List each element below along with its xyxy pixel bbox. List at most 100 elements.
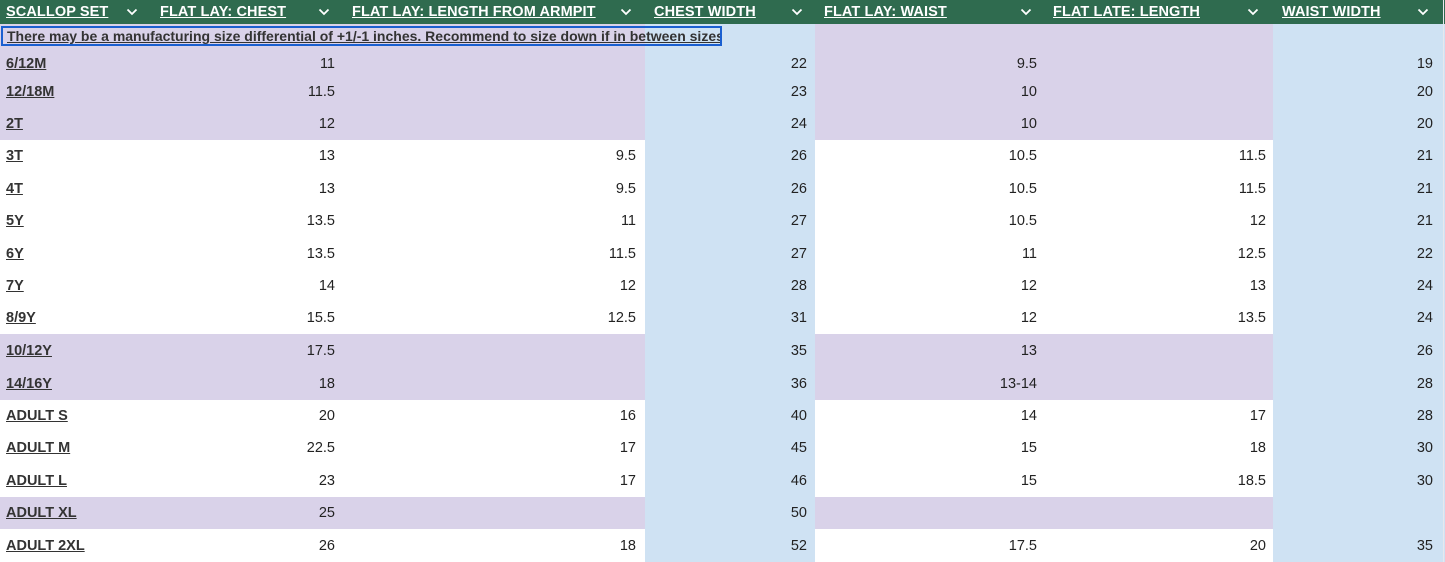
- flat-lay-waist-cell[interactable]: 10.5: [815, 172, 1037, 205]
- flat-lay-chest-cell[interactable]: 20: [150, 400, 335, 432]
- header-flat-late-length[interactable]: FLAT LATE: LENGTH: [1047, 0, 1271, 24]
- flat-lay-chest-cell[interactable]: 17.5: [150, 334, 335, 367]
- chest-width-cell[interactable]: 35: [645, 334, 807, 367]
- length-from-armpit-cell[interactable]: [344, 77, 636, 107]
- flat-lay-chest-cell[interactable]: 15.5: [150, 302, 335, 334]
- size-label-cell[interactable]: ADULT S: [0, 400, 156, 432]
- flat-lay-waist-cell[interactable]: 12: [815, 270, 1037, 302]
- waist-width-cell[interactable]: 35: [1273, 529, 1433, 562]
- chest-width-cell[interactable]: 27: [645, 205, 807, 237]
- flat-late-length-cell[interactable]: 13: [1046, 270, 1266, 302]
- flat-lay-chest-cell[interactable]: 11.5: [150, 77, 335, 107]
- size-label-cell[interactable]: 8/9Y: [0, 302, 156, 334]
- flat-late-length-cell[interactable]: [1046, 50, 1266, 77]
- waist-width-cell[interactable]: 19: [1273, 50, 1433, 77]
- flat-late-length-cell[interactable]: [1046, 334, 1266, 367]
- flat-late-length-cell[interactable]: 12: [1046, 205, 1266, 237]
- chest-width-cell[interactable]: 50: [645, 497, 807, 529]
- length-from-armpit-cell[interactable]: 11.5: [344, 237, 636, 270]
- size-label-cell[interactable]: 7Y: [0, 270, 156, 302]
- size-label-cell[interactable]: 6Y: [0, 237, 156, 270]
- flat-lay-chest-cell[interactable]: 18: [150, 367, 335, 400]
- size-label-cell[interactable]: 10/12Y: [0, 334, 156, 367]
- length-from-armpit-cell[interactable]: 11: [344, 205, 636, 237]
- flat-lay-waist-cell[interactable]: 11: [815, 237, 1037, 270]
- flat-lay-waist-cell[interactable]: 12: [815, 302, 1037, 334]
- chevron-down-icon[interactable]: [1018, 0, 1034, 24]
- size-label-cell[interactable]: ADULT M: [0, 432, 156, 464]
- flat-late-length-cell[interactable]: 18.5: [1046, 464, 1266, 497]
- waist-width-cell[interactable]: 26: [1273, 334, 1433, 367]
- chevron-down-icon[interactable]: [316, 0, 332, 24]
- flat-late-length-cell[interactable]: 11.5: [1046, 172, 1266, 205]
- flat-lay-waist-cell[interactable]: 10: [815, 107, 1037, 140]
- header-waist-width[interactable]: WAIST WIDTH: [1276, 0, 1445, 24]
- flat-late-length-cell[interactable]: 18: [1046, 432, 1266, 464]
- flat-lay-chest-cell[interactable]: 13: [150, 172, 335, 205]
- chevron-down-icon[interactable]: [789, 0, 805, 24]
- chest-width-cell[interactable]: 36: [645, 367, 807, 400]
- length-from-armpit-cell[interactable]: 18: [344, 529, 636, 562]
- length-from-armpit-cell[interactable]: [344, 367, 636, 400]
- length-from-armpit-cell[interactable]: 17: [344, 432, 636, 464]
- waist-width-cell[interactable]: 22: [1273, 237, 1433, 270]
- flat-lay-waist-cell[interactable]: 13: [815, 334, 1037, 367]
- header-chest-width[interactable]: CHEST WIDTH: [648, 0, 814, 24]
- size-label-cell[interactable]: 3T: [0, 140, 156, 172]
- chest-width-cell[interactable]: 46: [645, 464, 807, 497]
- flat-lay-chest-cell[interactable]: 22.5: [150, 432, 335, 464]
- chevron-down-icon[interactable]: [1415, 0, 1431, 24]
- flat-lay-waist-cell[interactable]: 9.5: [815, 50, 1037, 77]
- flat-lay-waist-cell[interactable]: [815, 497, 1037, 529]
- waist-width-cell[interactable]: [1273, 497, 1433, 529]
- waist-width-cell[interactable]: 28: [1273, 367, 1433, 400]
- chest-width-cell[interactable]: 45: [645, 432, 807, 464]
- flat-late-length-cell[interactable]: 13.5: [1046, 302, 1266, 334]
- header-scallop-set[interactable]: SCALLOP SET: [0, 0, 150, 24]
- length-from-armpit-cell[interactable]: [344, 107, 636, 140]
- waist-width-cell[interactable]: 21: [1273, 205, 1433, 237]
- flat-lay-waist-cell[interactable]: 14: [815, 400, 1037, 432]
- waist-width-cell[interactable]: 30: [1273, 464, 1433, 497]
- chest-width-cell[interactable]: 22: [645, 50, 807, 77]
- flat-lay-chest-cell[interactable]: 13.5: [150, 237, 335, 270]
- flat-lay-chest-cell[interactable]: 13.5: [150, 205, 335, 237]
- flat-lay-chest-cell[interactable]: 12: [150, 107, 335, 140]
- waist-width-cell[interactable]: 20: [1273, 77, 1433, 107]
- chest-width-cell[interactable]: 31: [645, 302, 807, 334]
- size-label-cell[interactable]: 4T: [0, 172, 156, 205]
- waist-width-cell[interactable]: 24: [1273, 270, 1433, 302]
- flat-late-length-cell[interactable]: 17: [1046, 400, 1266, 432]
- flat-lay-waist-cell[interactable]: 10.5: [815, 140, 1037, 172]
- flat-lay-waist-cell[interactable]: 10.5: [815, 205, 1037, 237]
- chevron-down-icon[interactable]: [1245, 0, 1261, 24]
- waist-width-cell[interactable]: 30: [1273, 432, 1433, 464]
- flat-late-length-cell[interactable]: 20: [1046, 529, 1266, 562]
- chest-width-cell[interactable]: 26: [645, 140, 807, 172]
- header-flat-lay-waist[interactable]: FLAT LAY: WAIST: [818, 0, 1046, 24]
- length-from-armpit-cell[interactable]: 12: [344, 270, 636, 302]
- header-flat-lay-chest[interactable]: FLAT LAY: CHEST: [154, 0, 344, 24]
- size-label-cell[interactable]: ADULT XL: [0, 497, 156, 529]
- chest-width-cell[interactable]: 26: [645, 172, 807, 205]
- chevron-down-icon[interactable]: [124, 0, 140, 24]
- length-from-armpit-cell[interactable]: 9.5: [344, 172, 636, 205]
- size-label-cell[interactable]: 5Y: [0, 205, 156, 237]
- waist-width-cell[interactable]: 28: [1273, 400, 1433, 432]
- size-label-cell[interactable]: 12/18M: [0, 77, 156, 107]
- header-flat-lay-length-from-armpit[interactable]: FLAT LAY: LENGTH FROM ARMPIT: [346, 0, 644, 24]
- flat-lay-waist-cell[interactable]: 15: [815, 432, 1037, 464]
- length-from-armpit-cell[interactable]: 9.5: [344, 140, 636, 172]
- size-label-cell[interactable]: ADULT L: [0, 464, 156, 497]
- length-from-armpit-cell[interactable]: [344, 497, 636, 529]
- flat-late-length-cell[interactable]: 11.5: [1046, 140, 1266, 172]
- chest-width-cell[interactable]: 52: [645, 529, 807, 562]
- size-label-cell[interactable]: 14/16Y: [0, 367, 156, 400]
- size-label-cell[interactable]: ADULT 2XL: [0, 529, 156, 562]
- chest-width-cell[interactable]: 24: [645, 107, 807, 140]
- flat-lay-chest-cell[interactable]: 26: [150, 529, 335, 562]
- flat-late-length-cell[interactable]: [1046, 77, 1266, 107]
- flat-lay-chest-cell[interactable]: 13: [150, 140, 335, 172]
- length-from-armpit-cell[interactable]: [344, 334, 636, 367]
- chevron-down-icon[interactable]: [618, 0, 634, 24]
